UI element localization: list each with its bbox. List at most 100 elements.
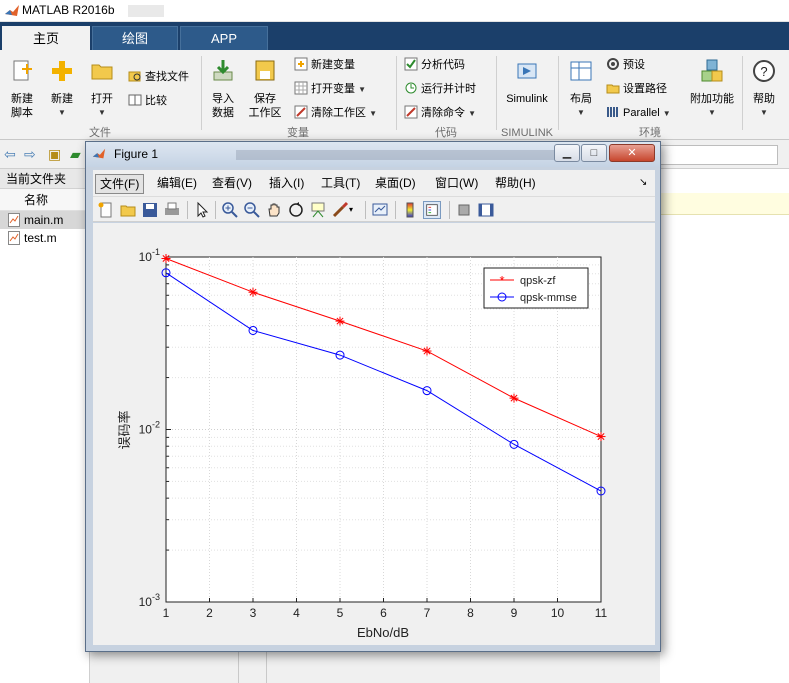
add-ons-button[interactable]: 附加功能 ▼ (686, 58, 738, 120)
tab-plots[interactable]: 绘图 (92, 26, 178, 50)
figure-window: Figure 1 ▁ □ ✕ 文件(F) 编辑(E) 查看(V) 插入(I) 工… (85, 141, 661, 652)
maximize-button[interactable]: □ (581, 144, 607, 162)
pan-icon[interactable] (265, 201, 283, 219)
variable-group-label: 变量 (287, 127, 309, 139)
compare-button[interactable]: 比较 (128, 92, 167, 110)
menu-desktop[interactable]: 桌面(D) (371, 174, 420, 194)
set-path-button[interactable]: 设置路径 (606, 80, 667, 98)
name-column-header[interactable]: 名称 (0, 189, 89, 211)
pointer-icon[interactable] (193, 201, 211, 219)
layout-button[interactable]: 布局 ▼ (564, 58, 598, 120)
open-variable-icon (294, 81, 308, 95)
print-icon[interactable] (163, 201, 181, 219)
file-name: main.m (24, 213, 64, 227)
x-tick-label: 6 (380, 606, 387, 620)
figure-path-overlay (236, 150, 566, 160)
rotate-icon[interactable] (287, 201, 305, 219)
legend-icon[interactable] (423, 201, 441, 219)
new-figure-icon[interactable] (97, 201, 115, 219)
x-tick-label: 11 (595, 606, 608, 620)
file-row[interactable]: main.m (0, 211, 89, 229)
browse-folder-icon[interactable]: ▰ (70, 146, 81, 163)
m-file-icon (8, 231, 20, 245)
new-label: 新建 (51, 93, 73, 105)
menu-insert[interactable]: 插入(I) (265, 174, 308, 194)
chevron-down-icon: ▼ (468, 109, 476, 118)
chevron-down-icon: ▼ (760, 108, 768, 117)
menu-view[interactable]: 查看(V) (208, 174, 256, 194)
show-plot-tools-icon[interactable] (477, 201, 495, 219)
line-chart[interactable]: 1 2 3 4 5 6 7 8 9 10 11 10-1 10-2 10-3 EbNo/dB 误码率 * q… (93, 223, 655, 645)
x-tick-label: 2 (206, 606, 213, 620)
add-ons-icon (701, 59, 723, 82)
open-button[interactable]: 打开 ▼ (86, 58, 118, 120)
close-button[interactable]: ✕ (609, 144, 655, 162)
simulink-group-label: SIMULINK (501, 127, 553, 139)
ribbon-separator (396, 56, 397, 130)
menu-window[interactable]: 窗口(W) (431, 174, 482, 194)
new-script-button[interactable]: 新建 脚本 (6, 58, 38, 120)
data-point-qpsk-zf (248, 287, 258, 297)
menu-edit[interactable]: 编辑(E) (153, 174, 201, 194)
menu-help[interactable]: 帮助(H) (491, 174, 540, 194)
dock-arrow-icon[interactable]: ↘ (635, 174, 651, 194)
new-variable-button[interactable]: 新建变量 (294, 56, 355, 74)
data-cursor-icon[interactable] (309, 201, 327, 219)
up-folder-icon[interactable]: ▣ (48, 146, 61, 163)
run-and-time-label: 运行并计时 (421, 83, 476, 95)
back-arrow-icon[interactable]: ⇦ (4, 146, 16, 163)
find-files-button[interactable]: 查找文件 (128, 68, 189, 86)
zoom-in-icon[interactable] (221, 201, 239, 219)
menu-file[interactable]: 文件(F) (95, 174, 145, 194)
tab-home[interactable]: 主页 (2, 26, 90, 50)
legend[interactable]: * qpsk-zf qpsk-mmse (483, 267, 589, 309)
file-row[interactable]: test.m (0, 229, 89, 247)
current-folder-title: 当前文件夹 (0, 169, 89, 189)
colorbar-icon[interactable] (401, 201, 419, 219)
link-plot-icon[interactable] (371, 201, 389, 219)
ribbon-separator (742, 56, 743, 130)
save-workspace-icon (255, 60, 275, 81)
menu-tools[interactable]: 工具(T) (317, 174, 364, 194)
data-point-qpsk-zf (335, 316, 345, 326)
layout-label: 布局 (570, 93, 592, 105)
save-workspace-label: 保存 工作区 (248, 93, 282, 119)
analyze-code-button[interactable]: 分析代码 (404, 56, 465, 74)
help-button[interactable]: ? 帮助 ▼ (748, 58, 780, 120)
import-data-button[interactable]: 导入 数据 (206, 58, 240, 120)
find-files-icon (128, 71, 141, 82)
ribbon-separator (201, 56, 202, 130)
code-group-label: 代码 (435, 127, 457, 139)
toolbar-separator (395, 201, 396, 219)
import-data-icon (213, 60, 233, 81)
preferences-button[interactable]: 预设 (606, 56, 645, 74)
file-name: test.m (24, 231, 57, 245)
x-tick-label: 8 (467, 606, 474, 620)
environment-group-label: 环境 (639, 127, 661, 139)
ribbon-separator (496, 56, 497, 130)
save-workspace-button[interactable]: 保存 工作区 (246, 58, 284, 120)
new-button[interactable]: 新建 ▼ (46, 58, 78, 120)
chevron-down-icon: ▼ (98, 108, 106, 117)
forward-arrow-icon[interactable]: ⇨ (24, 146, 36, 163)
run-and-time-button[interactable]: 运行并计时 (404, 80, 476, 98)
tab-apps[interactable]: APP (180, 26, 268, 50)
parallel-button[interactable]: Parallel ▼ (606, 104, 671, 122)
brush-icon[interactable] (331, 201, 349, 219)
open-variable-button[interactable]: 打开变量 ▼ (294, 80, 366, 98)
zoom-out-icon[interactable] (243, 201, 261, 219)
x-axis-label: EbNo/dB (357, 625, 409, 640)
set-path-label: 设置路径 (623, 83, 667, 95)
save-icon[interactable] (141, 201, 159, 219)
clear-workspace-button[interactable]: 清除工作区 ▼ (294, 104, 377, 122)
clear-commands-button[interactable]: 清除命令 ▼ (404, 104, 476, 122)
simulink-button[interactable]: Simulink (502, 58, 552, 106)
help-icon: ? (753, 60, 775, 82)
open-icon[interactable] (119, 201, 137, 219)
y-tick-label: 10-2 (139, 420, 160, 437)
x-tick-label: 7 (424, 606, 431, 620)
figure-titlebar[interactable]: Figure 1 ▁ □ ✕ (86, 142, 660, 167)
minimize-button[interactable]: ▁ (554, 144, 580, 162)
hide-plot-tools-icon[interactable] (455, 201, 473, 219)
titlebar-blurred-area (128, 5, 164, 17)
